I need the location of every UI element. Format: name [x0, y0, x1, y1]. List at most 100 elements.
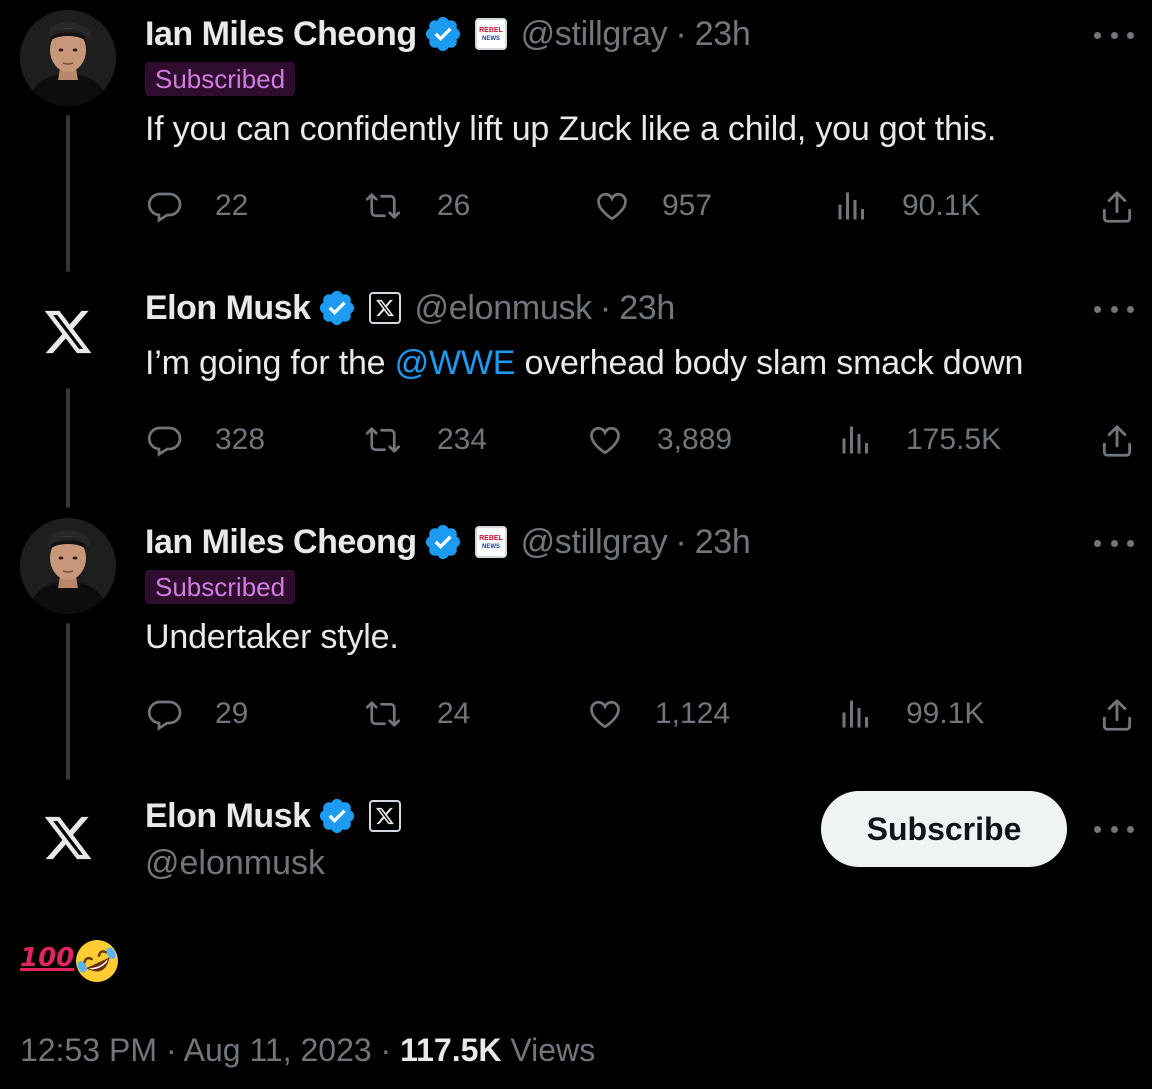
more-options-icon[interactable] [1094, 294, 1134, 324]
tweet-time[interactable]: 23h [619, 289, 675, 328]
subscribed-badge: Subscribed [145, 570, 296, 604]
user-avatar-image [20, 518, 116, 614]
verified-badge-icon[interactable] [317, 288, 357, 328]
repost-count: 24 [437, 697, 471, 730]
views-count: 175.5K [906, 423, 1002, 456]
display-name[interactable]: Elon Musk [145, 289, 311, 328]
heart-icon [587, 696, 623, 732]
tweet-timestamp[interactable]: 12:53 PM [20, 1032, 157, 1068]
subscribe-button[interactable]: Subscribe [821, 791, 1067, 867]
share-icon[interactable] [1098, 422, 1136, 460]
mention-link[interactable]: @WWE [395, 344, 516, 382]
views-label: Views [510, 1032, 596, 1068]
more-options-icon[interactable] [1094, 528, 1134, 558]
user-handle[interactable]: @stillgray [521, 523, 668, 562]
svg-text:REBEL: REBEL [479, 535, 503, 542]
views-button[interactable]: 99.1K [838, 696, 984, 732]
x-logo-icon [42, 812, 94, 864]
x-affiliate-icon[interactable] [368, 292, 401, 324]
verified-badge-icon[interactable] [423, 14, 463, 54]
separator-dot: · [675, 522, 687, 561]
views-button[interactable]: 175.5K [838, 422, 1001, 458]
tweet-time[interactable]: 23h [695, 15, 751, 54]
share-icon[interactable] [1098, 696, 1136, 734]
like-button[interactable]: 957 [594, 188, 712, 224]
like-count: 3,889 [657, 423, 733, 456]
tweet-header: Ian Miles Cheong REBEL NEWS @stillgray ·… [145, 520, 751, 564]
tweet-text: I’m going for the @WWE overhead body sla… [145, 344, 1023, 383]
rolling-laughing-icon [76, 940, 118, 982]
separator-dot: · [675, 14, 687, 53]
verified-badge-icon[interactable] [423, 522, 463, 562]
views-icon [834, 188, 870, 224]
tweet-text-part: overhead body slam smack down [515, 344, 1024, 382]
avatar[interactable] [20, 10, 116, 106]
more-options-icon[interactable] [1094, 20, 1134, 50]
tweet-text: 100 [20, 936, 122, 986]
share-icon[interactable] [1098, 188, 1136, 226]
views-button[interactable]: 90.1K [834, 188, 980, 224]
avatar[interactable] [20, 284, 116, 380]
x-logo-icon [42, 306, 94, 358]
tweet-meta: 12:53 PM · Aug 11, 2023 · 117.5K Views [20, 1032, 595, 1069]
user-handle[interactable]: @stillgray [521, 15, 668, 54]
repost-button[interactable]: 24 [365, 696, 470, 732]
avatar[interactable] [20, 790, 116, 886]
tweet-text: Undertaker style. [145, 618, 399, 656]
tweet-time[interactable]: 23h [695, 523, 751, 562]
views-count: 90.1K [902, 189, 981, 222]
reply-tweet-2[interactable]: Elon Musk @elonmusk · 23h I’m going for … [0, 270, 1152, 520]
separator-dot: · [165, 1032, 184, 1068]
reply-icon [147, 422, 183, 458]
reply-count: 22 [215, 189, 249, 222]
tweet-header: Elon Musk @elonmusk · 23h [145, 286, 675, 330]
reply-button[interactable]: 29 [147, 696, 248, 732]
repost-count: 234 [437, 423, 488, 456]
rebel-news-logo-icon[interactable]: REBEL NEWS [474, 18, 507, 50]
reply-button[interactable]: 328 [147, 422, 265, 458]
views-icon [838, 696, 874, 732]
avatar[interactable] [20, 518, 116, 614]
separator-dot: · [380, 1032, 401, 1068]
reply-icon [147, 188, 183, 224]
like-button[interactable]: 1,124 [587, 696, 730, 732]
reply-count: 29 [215, 697, 249, 730]
rebel-news-logo-icon[interactable]: REBEL NEWS [474, 526, 507, 558]
repost-button[interactable]: 234 [365, 422, 487, 458]
repost-icon [365, 422, 401, 458]
subscribed-badge: Subscribed [145, 62, 296, 96]
tweet-date[interactable]: Aug 11, 2023 [184, 1032, 372, 1068]
repost-button[interactable]: 26 [365, 188, 470, 224]
reply-tweet-1[interactable]: Ian Miles Cheong REBEL NEWS @stillgray ·… [0, 0, 1152, 272]
repost-icon [365, 188, 401, 224]
repost-icon [365, 696, 401, 732]
thread-line [66, 388, 70, 508]
reply-count: 328 [215, 423, 266, 456]
views-count: 99.1K [906, 697, 985, 730]
hundred-points-icon: 100 [20, 943, 75, 973]
more-options-icon[interactable] [1094, 814, 1134, 844]
heart-icon [587, 422, 623, 458]
thread-line [66, 115, 70, 272]
verified-badge-icon[interactable] [317, 796, 357, 836]
display-name[interactable]: Ian Miles Cheong [145, 523, 417, 562]
svg-text:NEWS: NEWS [482, 36, 500, 42]
reply-button[interactable]: 22 [147, 188, 248, 224]
display-name[interactable]: Elon Musk [145, 797, 311, 836]
x-affiliate-icon[interactable] [368, 800, 401, 832]
repost-count: 26 [437, 189, 471, 222]
like-count: 1,124 [655, 697, 731, 730]
svg-text:NEWS: NEWS [482, 544, 500, 550]
reply-icon [147, 696, 183, 732]
tweet-text-part: I’m going for the [145, 344, 395, 382]
heart-icon [594, 188, 630, 224]
display-name[interactable]: Ian Miles Cheong [145, 15, 417, 54]
svg-text:REBEL: REBEL [479, 27, 503, 34]
user-handle[interactable]: @elonmusk [415, 289, 593, 328]
user-handle[interactable]: @elonmusk [145, 844, 325, 883]
separator-dot: · [599, 288, 612, 327]
tweet-header: Elon Musk [145, 794, 401, 838]
user-avatar-image [20, 10, 116, 106]
reply-tweet-3[interactable]: Ian Miles Cheong REBEL NEWS @stillgray ·… [0, 508, 1152, 780]
like-button[interactable]: 3,889 [587, 422, 732, 458]
